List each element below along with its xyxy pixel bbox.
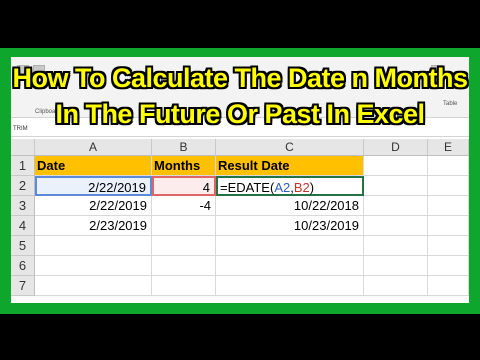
video-frame: Clipboard Table TRIM A B C D E 1 2 3 4 5… [0, 0, 480, 360]
cell-b4[interactable] [152, 216, 216, 236]
cell-b1[interactable]: Months [152, 156, 216, 176]
formula-ref-a2: A2 [274, 180, 291, 195]
cell-d4[interactable] [364, 216, 428, 236]
cell-d1[interactable] [364, 156, 428, 176]
cell-a4[interactable]: 2/23/2019 [35, 216, 152, 236]
cell-a2[interactable]: 2/22/2019 [35, 176, 152, 196]
row-header-1[interactable]: 1 [11, 156, 35, 176]
cell-e4[interactable] [428, 216, 469, 236]
column-header-c[interactable]: C [216, 139, 364, 156]
formula-ref-b2: B2 [293, 180, 310, 195]
formula-text: =EDATE( [220, 180, 275, 195]
cell-e2[interactable] [428, 176, 469, 196]
cell-a6[interactable] [35, 256, 152, 276]
cell-b5[interactable] [152, 236, 216, 256]
cell-e3[interactable] [428, 196, 469, 216]
cell-c7[interactable] [216, 276, 364, 296]
cell-d2[interactable] [364, 176, 428, 196]
column-header-a[interactable]: A [35, 139, 152, 156]
cell-a5[interactable] [35, 236, 152, 256]
cell-b7[interactable] [152, 276, 216, 296]
video-title-line-2: In The Future Or Past In Excel [55, 99, 425, 129]
row-header-7[interactable]: 7 [11, 276, 35, 296]
cell-c5[interactable] [216, 236, 364, 256]
cell-e1[interactable] [428, 156, 469, 176]
cell-c6[interactable] [216, 256, 364, 276]
cell-c1[interactable]: Result Date [216, 156, 364, 176]
cell-a7[interactable] [35, 276, 152, 296]
cell-c3[interactable]: 10/22/2018 [216, 196, 364, 216]
row-header-2[interactable]: 2 [11, 176, 35, 196]
cell-a1[interactable]: Date [35, 156, 152, 176]
cell-d6[interactable] [364, 256, 428, 276]
cell-e6[interactable] [428, 256, 469, 276]
column-header-d[interactable]: D [364, 139, 428, 156]
column-header-corner[interactable] [11, 139, 35, 156]
video-title-line-1: How To Calculate The Date n Months [12, 63, 468, 93]
cell-a3[interactable]: 2/22/2019 [35, 196, 152, 216]
cell-b2[interactable]: 4 [152, 176, 216, 196]
cell-c2-formula[interactable]: =EDATE(A2,B2) [216, 176, 364, 196]
row-header-4[interactable]: 4 [11, 216, 35, 236]
cell-d7[interactable] [364, 276, 428, 296]
column-header-b[interactable]: B [152, 139, 216, 156]
cell-b3[interactable]: -4 [152, 196, 216, 216]
cell-c4[interactable]: 10/23/2019 [216, 216, 364, 236]
row-header-5[interactable]: 5 [11, 236, 35, 256]
formula-close: ) [309, 180, 315, 195]
cell-d3[interactable] [364, 196, 428, 216]
cell-b6[interactable] [152, 256, 216, 276]
row-header-6[interactable]: 6 [11, 256, 35, 276]
cell-d5[interactable] [364, 236, 428, 256]
cell-e5[interactable] [428, 236, 469, 256]
row-header-3[interactable]: 3 [11, 196, 35, 216]
cell-e7[interactable] [428, 276, 469, 296]
column-header-e[interactable]: E [428, 139, 469, 156]
